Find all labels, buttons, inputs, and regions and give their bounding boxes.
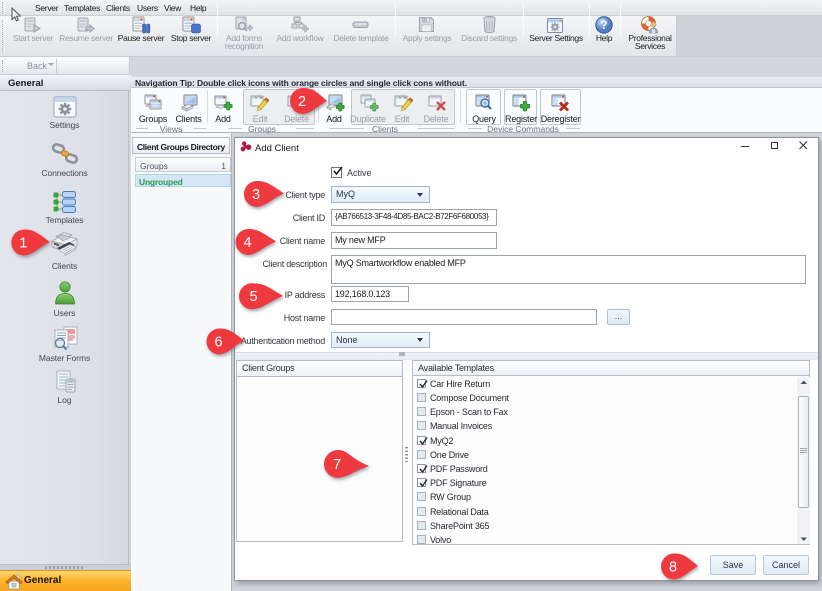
svg-text:?: ? — [600, 20, 607, 32]
